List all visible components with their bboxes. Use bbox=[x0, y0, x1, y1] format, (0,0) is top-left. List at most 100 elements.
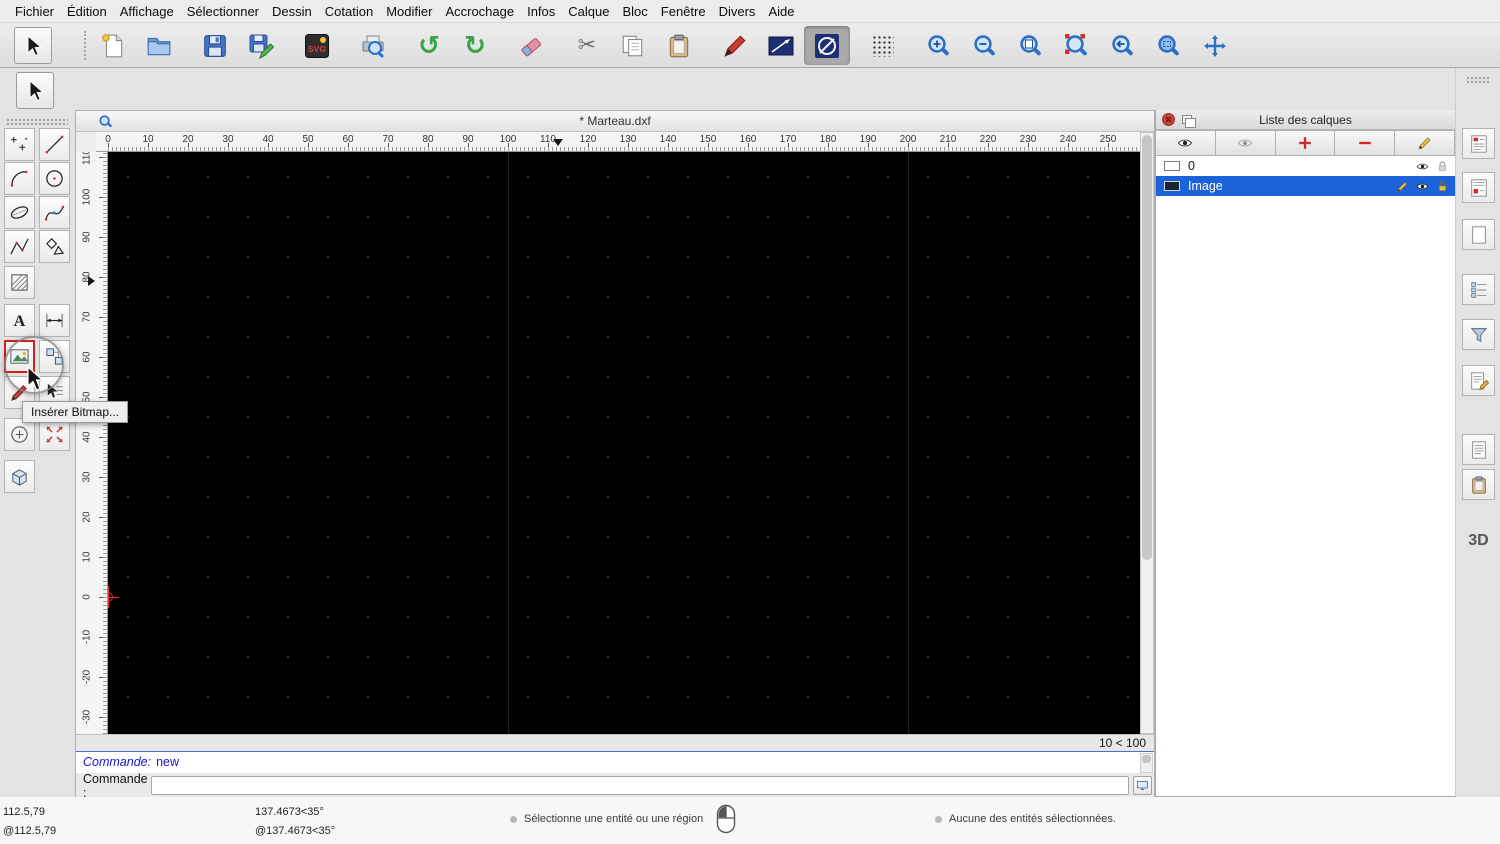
add-layer-button[interactable] bbox=[1274, 130, 1336, 156]
edit-layer-button[interactable] bbox=[1394, 130, 1455, 156]
lock-gray-icon[interactable] bbox=[1436, 160, 1449, 173]
command-input[interactable] bbox=[151, 776, 1129, 795]
pencil-icon[interactable] bbox=[1396, 180, 1409, 193]
menu-fenetre[interactable]: Fenêtre bbox=[661, 4, 706, 19]
toggle-clipboard-panel-button[interactable] bbox=[1462, 469, 1495, 500]
draw-polyline-tool[interactable] bbox=[4, 230, 35, 263]
eye-white-icon[interactable] bbox=[1416, 180, 1429, 193]
menu-bloc[interactable]: Bloc bbox=[622, 4, 647, 19]
toggle-3d-button[interactable]: 3D bbox=[1462, 525, 1495, 556]
draw-dimension-tool[interactable] bbox=[39, 304, 70, 337]
lock-yellow-icon[interactable] bbox=[1436, 180, 1449, 193]
zoom-auto-button[interactable] bbox=[1008, 26, 1054, 65]
hide-all-layers-button[interactable] bbox=[1214, 130, 1276, 156]
draw-circle-tool[interactable] bbox=[39, 162, 70, 195]
remove-layer-button[interactable] bbox=[1334, 130, 1396, 156]
toggle-property-editor-button[interactable] bbox=[1462, 274, 1495, 305]
hruler-label: 30 bbox=[222, 134, 234, 145]
menu-aide[interactable]: Aide bbox=[768, 4, 794, 19]
menu-calque[interactable]: Calque bbox=[568, 4, 609, 19]
undock-panel-button[interactable] bbox=[1182, 115, 1196, 128]
export-svg-button[interactable]: SVG bbox=[294, 26, 340, 65]
hruler-label: 190 bbox=[859, 134, 877, 145]
toggle-selection-filter-button[interactable] bbox=[1462, 319, 1495, 350]
toggle-block-list-button[interactable] bbox=[1462, 172, 1495, 203]
draw-text-tool[interactable]: A bbox=[4, 304, 35, 337]
menu-modifier[interactable]: Modifier bbox=[386, 4, 432, 19]
new-document-button[interactable] bbox=[90, 26, 136, 65]
draw-ellipse-tool[interactable] bbox=[4, 196, 35, 229]
command-history-value: new bbox=[156, 755, 180, 769]
pencil-icon bbox=[1417, 135, 1433, 151]
redo-button[interactable]: ↻ bbox=[452, 26, 498, 65]
panel-page-icon bbox=[1469, 225, 1489, 245]
scrollbar-thumb[interactable] bbox=[1142, 135, 1152, 560]
cursor-icon bbox=[21, 34, 45, 58]
selection-tool-button[interactable] bbox=[14, 27, 52, 64]
toggle-view-list-button[interactable] bbox=[1462, 219, 1495, 250]
menu-dessin[interactable]: Dessin bbox=[272, 4, 312, 19]
cut-button[interactable]: ✂ bbox=[564, 26, 610, 65]
toggle-draft-mode-button[interactable] bbox=[804, 26, 850, 65]
palette-selection-button[interactable] bbox=[16, 72, 54, 109]
menu-affichage[interactable]: Affichage bbox=[120, 4, 174, 19]
toggle-script-panel-button[interactable] bbox=[1462, 434, 1495, 465]
menu-infos[interactable]: Infos bbox=[527, 4, 555, 19]
drawing-canvas[interactable] bbox=[108, 152, 1140, 734]
document-title: * Marteau.dxf bbox=[579, 114, 651, 128]
draw-solid-tool[interactable] bbox=[4, 460, 35, 493]
copy-button[interactable] bbox=[610, 26, 656, 65]
close-panel-button[interactable] bbox=[1162, 113, 1175, 126]
eye-icon[interactable] bbox=[1416, 160, 1429, 173]
draw-line-tool[interactable] bbox=[39, 128, 70, 161]
menu-divers[interactable]: Divers bbox=[719, 4, 756, 19]
menu-accrochage[interactable]: Accrochage bbox=[445, 4, 514, 19]
order-icon bbox=[44, 382, 65, 403]
menu-selectionner[interactable]: Sélectionner bbox=[187, 4, 259, 19]
layer-row-0[interactable]: 0 bbox=[1156, 156, 1455, 176]
remove-entity-button[interactable] bbox=[508, 26, 554, 65]
zoom-in-button[interactable] bbox=[916, 26, 962, 65]
floppy-icon bbox=[202, 33, 228, 59]
menu-cotation[interactable]: Cotation bbox=[325, 4, 373, 19]
mouse-cursor bbox=[26, 365, 45, 392]
spline-icon bbox=[44, 202, 65, 223]
eye-icon bbox=[1177, 135, 1193, 151]
menu-edition[interactable]: Édition bbox=[67, 4, 107, 19]
vertical-scrollbar[interactable] bbox=[1140, 132, 1154, 734]
redo-icon: ↻ bbox=[464, 30, 486, 61]
vruler-label: 20 bbox=[81, 511, 93, 523]
toggle-command-line-button[interactable] bbox=[1462, 365, 1495, 396]
menu-bar: Fichier Édition Affichage Sélectionner Dessi… bbox=[0, 0, 1500, 23]
draw-polygon-tool[interactable] bbox=[39, 230, 70, 263]
save-button[interactable] bbox=[192, 26, 238, 65]
zoom-previous-button[interactable] bbox=[1100, 26, 1146, 65]
draw-arc-tool[interactable] bbox=[4, 162, 35, 195]
menu-fichier[interactable]: Fichier bbox=[15, 4, 54, 19]
draw-point-tool[interactable] bbox=[4, 128, 35, 161]
save-as-button[interactable] bbox=[238, 26, 284, 65]
draw-spline-tool[interactable] bbox=[39, 196, 70, 229]
pen-attributes-button[interactable] bbox=[712, 26, 758, 65]
zoom-window-button[interactable] bbox=[1146, 26, 1192, 65]
paste-button[interactable] bbox=[656, 26, 702, 65]
undo-button[interactable]: ↺ bbox=[406, 26, 452, 65]
draw-hatch-tool[interactable] bbox=[4, 266, 35, 299]
line-attributes-button[interactable] bbox=[758, 26, 804, 65]
show-all-layers-button[interactable] bbox=[1155, 130, 1216, 156]
command-detach-button[interactable] bbox=[1133, 776, 1152, 795]
open-file-button[interactable] bbox=[136, 26, 182, 65]
zoom-out-button[interactable] bbox=[962, 26, 1008, 65]
grid-toggle-button[interactable] bbox=[860, 26, 906, 65]
tooltip: Insérer Bitmap... bbox=[22, 401, 129, 423]
palette-drag-handle[interactable] bbox=[6, 118, 68, 125]
mag-window-icon bbox=[1156, 33, 1182, 59]
coordinate-display: 112.5,79 @112.5,79 bbox=[3, 803, 56, 841]
command-history-scrollbar[interactable] bbox=[1140, 753, 1153, 773]
print-preview-button[interactable] bbox=[350, 26, 396, 65]
layer-row-image[interactable]: Image bbox=[1156, 176, 1455, 196]
dock-drag-handle[interactable] bbox=[1466, 76, 1490, 83]
zoom-redraw-button[interactable] bbox=[1054, 26, 1100, 65]
zoom-pan-button[interactable] bbox=[1192, 26, 1238, 65]
toggle-layer-list-button[interactable] bbox=[1462, 128, 1495, 159]
